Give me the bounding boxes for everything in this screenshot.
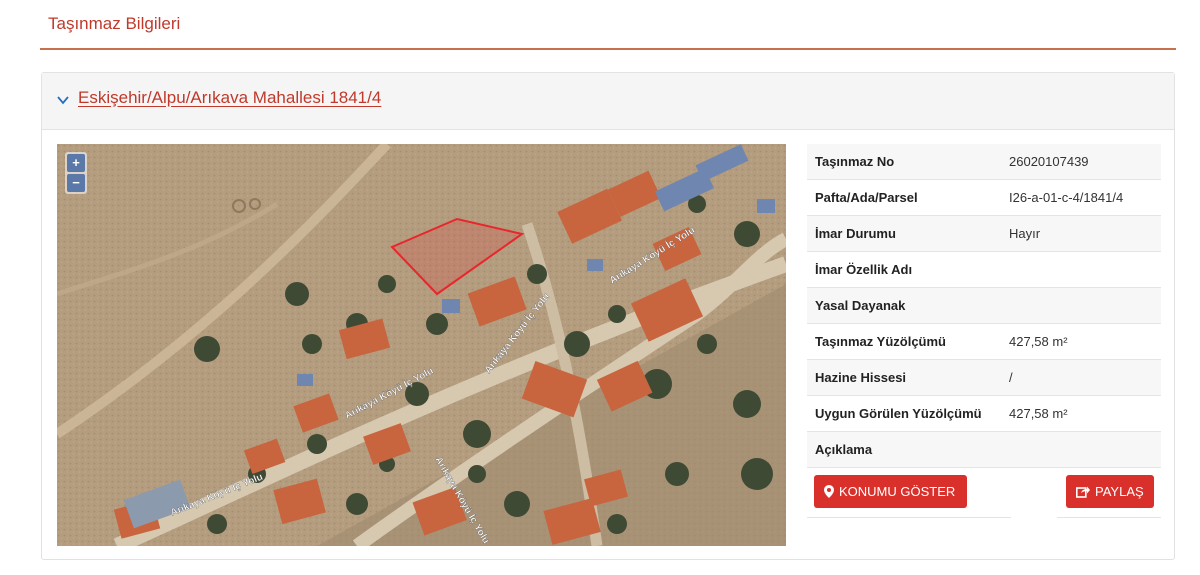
info-label: İmar Durumu [815, 226, 896, 241]
chevron-down-icon[interactable] [56, 93, 70, 107]
panel-header[interactable]: Eskişehir/Alpu/Arıkava Mahallesi 1841/4 [42, 73, 1174, 130]
info-value: / [1009, 370, 1013, 385]
info-value: 26020107439 [1009, 154, 1089, 169]
info-label: Hazine Hissesi [815, 370, 907, 385]
divider [1057, 517, 1161, 518]
info-label: İmar Özellik Adı [815, 262, 913, 277]
info-value: Hayır [1009, 226, 1041, 241]
info-row: Yasal Dayanak [807, 288, 1161, 324]
property-info-table: Taşınmaz No 26020107439 Pafta/Ada/Parsel I2… [807, 144, 1161, 468]
map-marker-icon [824, 485, 834, 498]
satellite-map[interactable]: Arıkaya Köyü İç Yolu Arıkaya Köyü İç Yol… [57, 144, 786, 546]
info-row: Uygun Görülen Yüzölçümü 427,58 m² [807, 396, 1161, 432]
info-row: İmar Durumu Hayır [807, 216, 1161, 252]
info-label: Taşınmaz Yüzölçümü [815, 334, 946, 349]
divider [807, 517, 1011, 518]
share-label: PAYLAŞ [1095, 484, 1144, 499]
info-label: Açıklama [815, 442, 873, 457]
info-label: Yasal Dayanak [815, 298, 906, 313]
info-value: I26-a-01-c-4/1841/4 [1009, 190, 1124, 205]
show-location-button[interactable]: KONUMU GÖSTER [814, 475, 967, 508]
info-value: 427,58 m² [1009, 334, 1068, 349]
info-row: Taşınmaz No 26020107439 [807, 144, 1161, 180]
info-label: Taşınmaz No [815, 154, 895, 169]
property-link[interactable]: Eskişehir/Alpu/Arıkava Mahallesi 1841/4 [78, 88, 381, 108]
property-panel: Eskişehir/Alpu/Arıkava Mahallesi 1841/4 [41, 72, 1175, 560]
zoom-in-button[interactable]: + [67, 154, 85, 172]
info-label: Uygun Görülen Yüzölçümü [815, 406, 982, 421]
info-value: 427,58 m² [1009, 406, 1068, 421]
map-imagery: Arıkaya Köyü İç Yolu Arıkaya Köyü İç Yol… [57, 144, 786, 546]
info-label: Pafta/Ada/Parsel [815, 190, 918, 205]
share-button[interactable]: PAYLAŞ [1066, 475, 1154, 508]
show-location-label: KONUMU GÖSTER [839, 484, 956, 499]
info-row: Açıklama [807, 432, 1161, 468]
page-title: Taşınmaz Bilgileri [48, 14, 181, 33]
title-divider [40, 48, 1176, 50]
info-row: Pafta/Ada/Parsel I26-a-01-c-4/1841/4 [807, 180, 1161, 216]
info-row: Hazine Hissesi / [807, 360, 1161, 396]
zoom-control: + − [65, 152, 87, 194]
share-icon [1076, 486, 1090, 498]
info-row: Taşınmaz Yüzölçümü 427,58 m² [807, 324, 1161, 360]
info-row: İmar Özellik Adı [807, 252, 1161, 288]
zoom-out-button[interactable]: − [67, 174, 85, 192]
action-bar: KONUMU GÖSTER PAYLAŞ [807, 468, 1161, 518]
